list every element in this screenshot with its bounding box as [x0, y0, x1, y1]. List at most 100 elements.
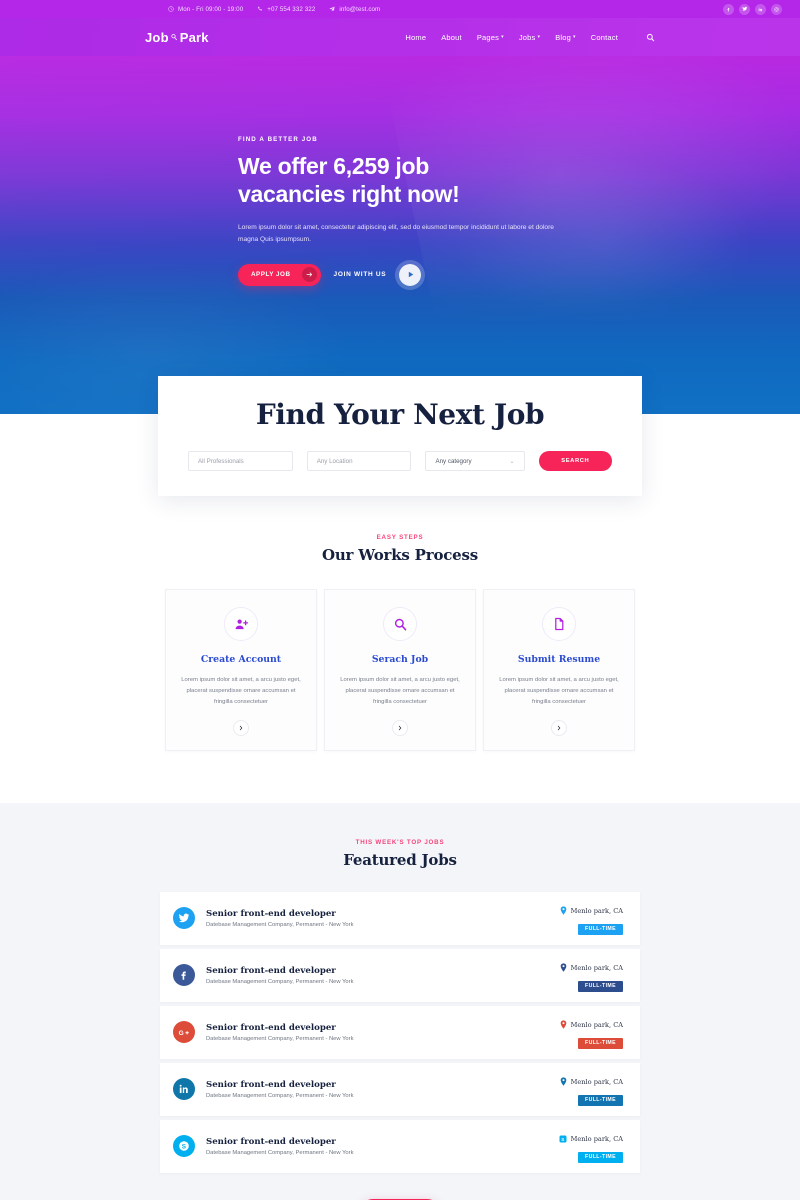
search-icon[interactable] — [646, 33, 655, 42]
process-section-title: Our Works Process — [321, 546, 479, 564]
google-plus-icon: G — [173, 1021, 195, 1044]
job-location-text: Menlo park, CA — [570, 1134, 623, 1143]
job-location: S Menlo park, CA — [559, 1130, 623, 1148]
process-card-title: Serach Job — [371, 654, 429, 665]
map-pin-icon — [560, 1073, 567, 1091]
hero-title: We offer 6,259 job vacancies right now! — [238, 152, 568, 208]
top-contact-group: Mon - Fri 09:00 - 19:00 +07 554 332 322 … — [168, 6, 380, 13]
job-location-group: Menlo park, CA FULL-TIME — [560, 959, 623, 992]
nav-item-blog[interactable]: Blog ▾ — [555, 33, 576, 42]
svg-text:S: S — [561, 1137, 564, 1142]
job-location-group: Menlo park, CA FULL-TIME — [560, 1016, 623, 1049]
logo-text-first: Job — [145, 29, 169, 45]
top-info-bar: Mon - Fri 09:00 - 19:00 +07 554 332 322 … — [0, 0, 800, 18]
map-pin-icon — [560, 902, 567, 920]
user-plus-icon — [224, 607, 258, 641]
card-arrow-button[interactable] — [551, 719, 567, 736]
job-meta: Datebase Management Company, Permanent -… — [206, 921, 354, 928]
hero-action-group: APPLY JOB JOIN WITH US — [238, 263, 800, 286]
job-location-text: Menlo park, CA — [570, 906, 623, 915]
status-badge: FULL-TIME — [578, 1037, 623, 1049]
card-arrow-button[interactable] — [233, 719, 249, 736]
process-cards: Create Account Lorem ipsum dolor sit ame… — [0, 589, 800, 751]
hero-tagline: FIND A BETTER JOB — [238, 136, 318, 143]
job-title: Senior front-end developer — [206, 965, 336, 976]
search-form: All Professionals Any Location Any categ… — [158, 451, 642, 471]
email-info[interactable]: info@test.com — [329, 6, 380, 13]
business-hours-text: Mon - Fri 09:00 - 19:00 — [178, 5, 244, 13]
top-social-links — [722, 3, 782, 15]
search-panel-heading: Find Your Next Job — [255, 398, 545, 431]
hero-subtitle: Lorem ipsum dolor sit amet, consectetur … — [238, 224, 554, 243]
job-location: Menlo park, CA — [560, 959, 623, 977]
nav-item-about[interactable]: About — [441, 33, 462, 42]
nav-label-contact: Contact — [590, 32, 618, 42]
email-text: info@test.com — [339, 5, 381, 13]
phone-info[interactable]: +07 554 332 322 — [257, 6, 315, 13]
job-meta: Datebase Management Company, Permanent -… — [206, 978, 354, 985]
facebook-icon — [173, 964, 195, 987]
job-title: Senior front-end developer — [206, 1136, 336, 1147]
nav-menu: Home About Pages ▾ Jobs ▾ Blog ▾ Contact — [405, 33, 655, 42]
chevron-down-icon: ▾ — [573, 34, 576, 40]
main-navbar: Job Park Home About Pages ▾ Jobs ▾ Blog — [0, 18, 800, 56]
table-row[interactable]: Senior front-end developer Datebase Mana… — [160, 948, 640, 1002]
nav-label-pages: Pages — [476, 32, 500, 42]
job-location-group: Menlo park, CA FULL-TIME — [560, 1073, 623, 1106]
svg-text:S: S — [182, 1144, 186, 1151]
svg-text:G: G — [178, 1030, 183, 1037]
table-row[interactable]: Senior front-end developer Datebase Mana… — [160, 891, 640, 945]
job-location: Menlo park, CA — [560, 1073, 623, 1091]
business-hours: Mon - Fri 09:00 - 19:00 — [168, 6, 243, 13]
location-input[interactable]: Any Location — [306, 451, 412, 471]
paper-plane-icon — [329, 6, 335, 12]
site-logo[interactable]: Job Park — [145, 30, 209, 45]
play-video-button[interactable] — [399, 263, 422, 286]
process-card-text: Lorem ipsum dolor sit amet, a arcu justo… — [499, 677, 619, 705]
linkedin-icon[interactable] — [754, 3, 766, 15]
map-pin-icon — [560, 1016, 567, 1034]
job-location-text: Menlo park, CA — [570, 1020, 623, 1029]
linkedin-icon — [173, 1078, 195, 1101]
job-location: Menlo park, CA — [560, 1016, 623, 1034]
featured-section-title: Featured Jobs — [343, 850, 457, 869]
status-badge: FULL-TIME — [578, 980, 623, 992]
process-card-create-account[interactable]: Create Account Lorem ipsum dolor sit ame… — [165, 589, 317, 751]
process-card-submit-resume[interactable]: Submit Resume Lorem ipsum dolor sit amet… — [483, 589, 635, 751]
instagram-icon[interactable] — [770, 3, 782, 15]
table-row[interactable]: S Senior front-end developer Datebase Ma… — [160, 1119, 640, 1173]
twitter-icon — [173, 907, 195, 930]
job-info: Senior front-end developer Datebase Mana… — [206, 1137, 559, 1156]
process-card-search-job[interactable]: Serach Job Lorem ipsum dolor sit amet, a… — [324, 589, 476, 751]
process-card-title: Create Account — [200, 654, 282, 665]
apply-job-button[interactable]: APPLY JOB — [238, 263, 321, 286]
job-meta: Datebase Management Company, Permanent -… — [206, 1035, 354, 1042]
search-icon — [383, 607, 417, 641]
status-badge: FULL-TIME — [578, 1094, 623, 1106]
job-title: Senior front-end developer — [206, 908, 336, 919]
twitter-icon[interactable] — [738, 3, 750, 15]
nav-item-home[interactable]: Home — [405, 33, 426, 42]
skype-icon: S — [173, 1135, 195, 1158]
hero-content: FIND A BETTER JOB We offer 6,259 job vac… — [0, 56, 800, 286]
table-row[interactable]: G Senior front-end developer Datebase Ma… — [160, 1005, 640, 1059]
search-submit-button[interactable]: SEARCH — [538, 451, 612, 471]
nav-item-jobs[interactable]: Jobs ▾ — [519, 33, 540, 42]
nav-item-pages[interactable]: Pages ▾ — [477, 33, 504, 42]
professionals-input[interactable]: All Professionals — [188, 451, 293, 471]
job-meta: Datebase Management Company, Permanent -… — [206, 1149, 354, 1156]
phone-icon — [257, 6, 263, 12]
card-arrow-button[interactable] — [392, 719, 408, 736]
table-row[interactable]: Senior front-end developer Datebase Mana… — [160, 1062, 640, 1116]
nav-item-contact[interactable]: Contact — [591, 33, 618, 42]
job-title: Senior front-end developer — [206, 1022, 336, 1033]
category-select[interactable]: Any category ⌄ — [425, 451, 525, 471]
logo-text-second: Park — [179, 29, 209, 45]
play-icon — [406, 266, 415, 284]
apply-job-label: APPLY JOB — [251, 271, 291, 279]
status-badge: FULL-TIME — [578, 1151, 623, 1163]
chevron-down-icon: ▾ — [537, 34, 541, 40]
job-info: Senior front-end developer Datebase Mana… — [206, 1080, 560, 1099]
facebook-icon[interactable] — [722, 3, 734, 15]
featured-jobs-section: THIS WEEK'S TOP JOBS Featured Jobs Senio… — [0, 802, 800, 1200]
